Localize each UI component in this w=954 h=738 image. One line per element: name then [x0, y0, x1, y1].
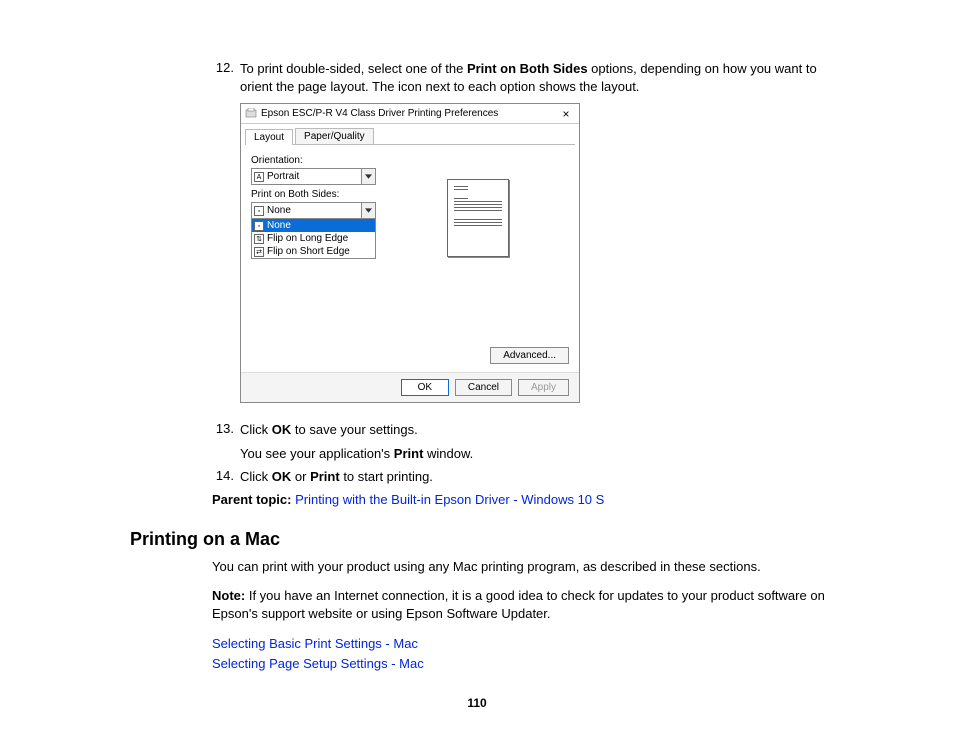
chevron-down-icon	[361, 203, 375, 218]
orientation-value: Portrait	[267, 171, 299, 182]
cancel-button[interactable]: Cancel	[455, 379, 512, 396]
flip-short-icon: ⇄	[254, 247, 264, 257]
close-button[interactable]: ×	[557, 107, 575, 121]
duplex-combo[interactable]: ▫ None	[251, 202, 376, 219]
step-12: 12. To print double-sided, select one of…	[212, 60, 829, 95]
step-number: 13.	[212, 421, 240, 439]
option-flip-short[interactable]: ⇄ Flip on Short Edge	[252, 245, 375, 258]
tab-layout[interactable]: Layout	[245, 129, 293, 145]
step-13: 13. Click OK to save your settings.	[212, 421, 829, 439]
chevron-down-icon	[361, 169, 375, 184]
step-text: Click OK to save your settings.	[240, 421, 829, 439]
duplex-value: None	[267, 205, 291, 216]
dialog-title: Epson ESC/P-R V4 Class Driver Printing P…	[261, 108, 557, 119]
parent-topic-link[interactable]: Printing with the Built-in Epson Driver …	[295, 492, 604, 507]
note-paragraph: Note: If you have an Internet connection…	[212, 587, 829, 622]
advanced-button[interactable]: Advanced...	[490, 347, 569, 364]
step-text: Click OK or Print to start printing.	[240, 468, 829, 486]
step-text: To print double-sided, select one of the…	[240, 60, 829, 95]
step-14: 14. Click OK or Print to start printing.	[212, 468, 829, 486]
apply-button[interactable]: Apply	[518, 379, 569, 396]
related-links: Selecting Basic Print Settings - Mac Sel…	[212, 634, 829, 673]
layout-preview	[386, 151, 569, 339]
ok-button[interactable]: OK	[401, 379, 449, 396]
dialog-titlebar: Epson ESC/P-R V4 Class Driver Printing P…	[241, 104, 579, 124]
dialog-tabs: Layout Paper/Quality	[245, 128, 575, 145]
page-number: 110	[0, 696, 954, 710]
app-icon	[245, 108, 257, 120]
option-none[interactable]: ▫ None	[252, 219, 375, 232]
page-preview-icon	[447, 179, 509, 257]
link-page-setup-settings[interactable]: Selecting Page Setup Settings - Mac	[212, 656, 424, 671]
portrait-icon: A	[254, 172, 264, 182]
duplex-label: Print on Both Sides:	[251, 189, 386, 200]
printing-preferences-dialog: Epson ESC/P-R V4 Class Driver Printing P…	[240, 103, 580, 403]
duplex-dropdown: ▫ None ⇅ Flip on Long Edge ⇄ Flip on Sho…	[251, 218, 376, 259]
orientation-combo[interactable]: A Portrait	[251, 168, 376, 185]
orientation-label: Orientation:	[251, 155, 386, 166]
page-none-icon: ▫	[254, 206, 264, 216]
flip-long-icon: ⇅	[254, 234, 264, 244]
intro-paragraph: You can print with your product using an…	[212, 558, 829, 576]
page-none-icon: ▫	[254, 221, 264, 231]
step-number: 14.	[212, 468, 240, 486]
step-number: 12.	[212, 60, 240, 95]
section-heading: Printing on a Mac	[130, 529, 829, 550]
option-flip-long[interactable]: ⇅ Flip on Long Edge	[252, 232, 375, 245]
step-13-sub: You see your application's Print window.	[240, 445, 829, 463]
parent-topic-line: Parent topic: Printing with the Built-in…	[212, 492, 829, 507]
link-basic-print-settings[interactable]: Selecting Basic Print Settings - Mac	[212, 636, 418, 651]
tab-paper-quality[interactable]: Paper/Quality	[295, 128, 374, 144]
